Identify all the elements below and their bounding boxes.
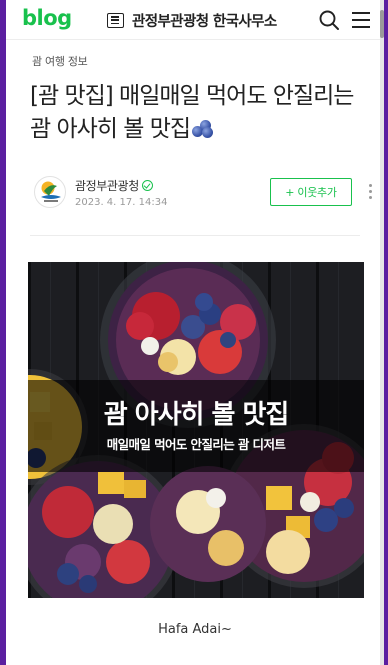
menu-icon: [352, 12, 370, 28]
mobile-viewport: blog 관정부관광청 한국사무소 괌 여행 정보 [괌 맛집] 매일매일 먹어…: [6, 0, 384, 665]
body-greeting: Hafa Adai~: [158, 622, 232, 637]
blog-logo[interactable]: blog: [22, 6, 72, 30]
blog-header: blog 관정부관광청 한국사무소: [6, 0, 384, 40]
author-row: 괌정부관광청 2023. 4. 17. 14:34 + 이웃추가: [30, 172, 372, 212]
blog-title-link[interactable]: 관정부관광청 한국사무소: [107, 10, 277, 30]
author-name-text[interactable]: 괌정부관광청: [75, 177, 139, 194]
post-title: [괌 맛집] 매일매일 먹어도 안질리는 괌 아사히 볼 맛집: [30, 80, 368, 146]
scrollbar-thumb[interactable]: [380, 10, 384, 38]
search-icon: [319, 10, 339, 30]
blueberries-emoji: [192, 120, 214, 138]
list-icon[interactable]: [107, 12, 124, 28]
avatar-logo-icon: [41, 181, 61, 202]
blog-title[interactable]: 관정부관광청 한국사무소: [132, 10, 277, 31]
post-date: 2023. 4. 17. 14:34: [75, 197, 168, 208]
add-neighbor-button[interactable]: + 이웃추가: [270, 178, 352, 206]
hero-subtitle: 매일매일 먹어도 안질리는 괌 디저트: [106, 437, 286, 452]
hero-image[interactable]: 괌 아사히 볼 맛집 매일매일 먹어도 안질리는 괌 디저트: [28, 262, 364, 598]
author-name[interactable]: 괌정부관광청: [75, 177, 153, 194]
more-options-icon[interactable]: [364, 181, 376, 201]
verified-check-icon: [141, 180, 153, 191]
divider: [30, 235, 360, 236]
search-button[interactable]: [318, 9, 340, 31]
hero-title: 괌 아사히 볼 맛집: [103, 400, 290, 430]
avatar[interactable]: [34, 176, 66, 208]
scrollbar[interactable]: [380, 0, 384, 665]
menu-button[interactable]: [350, 9, 372, 31]
post-category[interactable]: 괌 여행 정보: [32, 53, 88, 69]
